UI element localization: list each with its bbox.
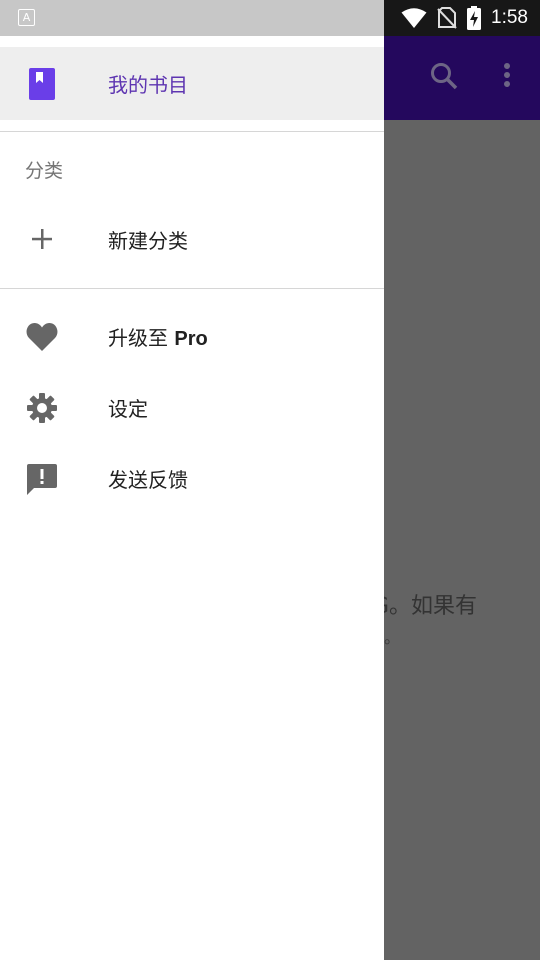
drawer-item-label: 我的书目 — [108, 73, 188, 97]
drawer-item-my-books[interactable]: 我的书目 — [0, 47, 384, 120]
status-time: 1:58 — [491, 7, 528, 28]
battery-charging-icon — [467, 6, 482, 30]
navigation-drawer: 我的书目 分类 新建分类 升级至 Pro 设定 发送反馈 — [0, 36, 384, 960]
drawer-item-send-feedback[interactable]: 发送反馈 — [0, 443, 384, 514]
background-empty-message-2: 。 — [384, 628, 401, 647]
pro-label: Pro — [174, 328, 208, 350]
drawer-item-new-category[interactable]: 新建分类 — [0, 206, 384, 272]
drawer-item-upgrade-pro[interactable]: 升级至 Pro — [0, 301, 384, 372]
status-bar: A 1:58 — [0, 0, 540, 36]
search-icon[interactable] — [429, 61, 459, 91]
drawer-item-label: 发送反馈 — [108, 468, 188, 492]
wifi-icon — [401, 8, 427, 28]
drawer-item-label: 升级至 Pro — [108, 326, 208, 350]
heart-icon — [26, 321, 58, 353]
background-empty-message: G。如果有 — [384, 594, 478, 619]
plus-icon — [26, 223, 58, 255]
category-section-title: 分类 — [25, 159, 64, 182]
more-vert-icon[interactable] — [500, 61, 514, 91]
app-notification-icon: A — [18, 9, 35, 26]
drawer-item-label: 新建分类 — [108, 228, 188, 253]
drawer-item-label: 设定 — [108, 397, 148, 421]
drawer-item-settings[interactable]: 设定 — [0, 372, 384, 443]
app-bar-dimmed — [384, 36, 540, 120]
status-icons-area: 1:58 — [384, 0, 540, 36]
gear-icon — [26, 392, 58, 424]
feedback-icon — [26, 463, 58, 495]
no-sim-icon — [437, 7, 457, 29]
bookshelf-icon — [26, 67, 58, 100]
